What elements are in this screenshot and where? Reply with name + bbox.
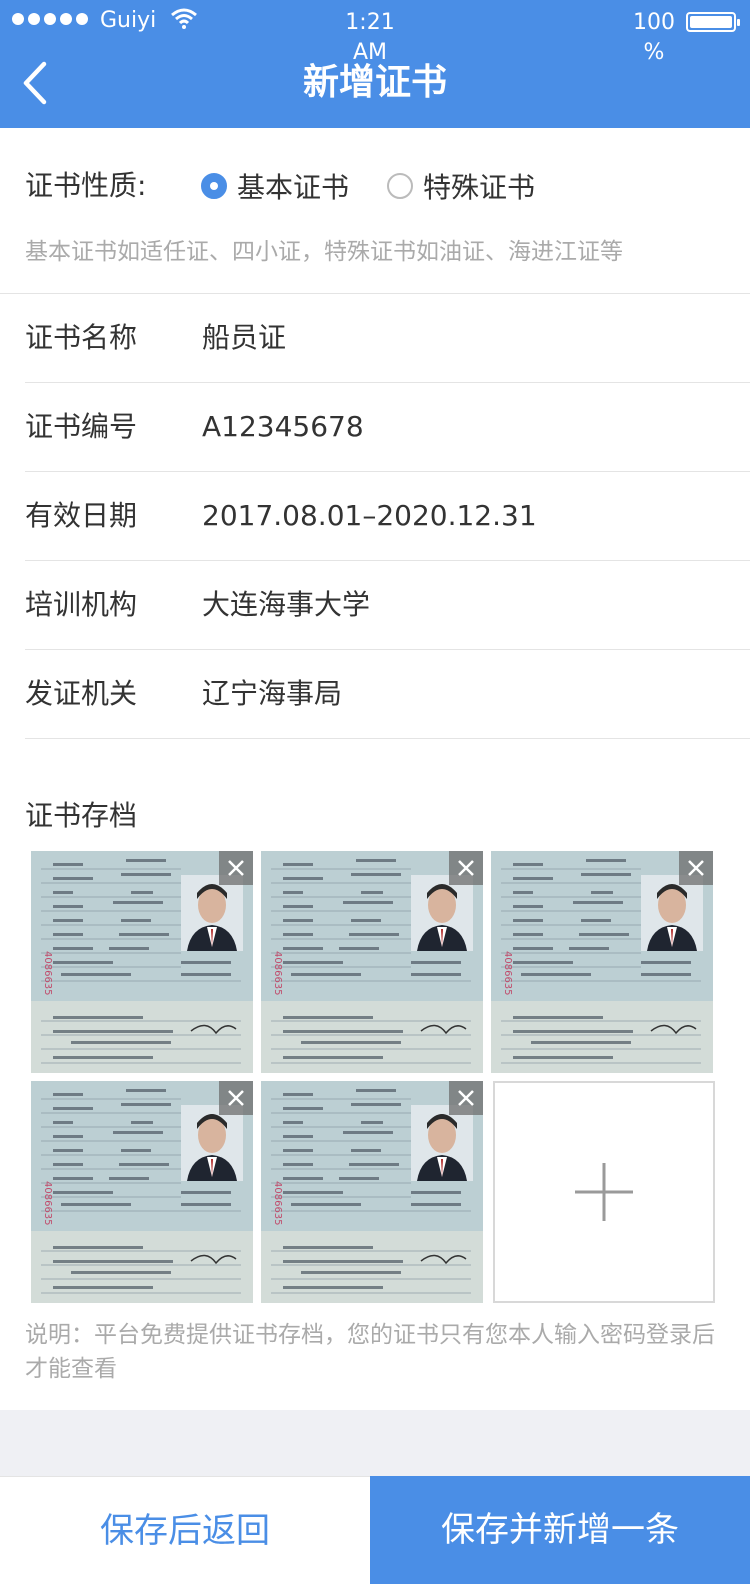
form-row-certificate-name[interactable]: 证书名称 船员证 <box>25 294 750 383</box>
certificate-photo[interactable] <box>31 1081 253 1303</box>
plus-icon <box>575 1163 633 1221</box>
battery-icon <box>686 12 740 32</box>
form-row-training-institution[interactable]: 培训机构 大连海事大学 <box>25 561 750 650</box>
certificate-photo[interactable] <box>261 1081 483 1303</box>
radio-basic-certificate[interactable]: 基本证书 <box>201 166 349 206</box>
certificate-photo[interactable] <box>261 851 483 1073</box>
close-icon[interactable] <box>679 851 713 885</box>
save-and-return-button[interactable]: 保存后返回 <box>0 1476 370 1584</box>
footer-actions: 保存后返回 保存并新增一条 <box>0 1476 750 1584</box>
form-row-certificate-number[interactable]: 证书编号 A12345678 <box>25 383 750 472</box>
clock: 1:21 AM <box>345 10 395 65</box>
battery-percent: 100 % <box>633 10 675 65</box>
radio-basic-label: 基本证书 <box>237 171 350 204</box>
close-icon[interactable] <box>449 1081 483 1115</box>
radio-unchecked-icon <box>387 173 413 199</box>
certificate-photo[interactable] <box>31 851 253 1073</box>
valid-date-field[interactable]: 2017.08.01–2020.12.31 <box>202 496 537 536</box>
archive-note: 说明：平台免费提供证书存档，您的证书只有您本人输入密码登录后才能查看 <box>25 1322 715 1382</box>
close-icon[interactable] <box>219 1081 253 1115</box>
issuing-authority-field[interactable]: 辽宁海事局 <box>202 674 342 714</box>
field-label: 发证机关 <box>25 677 138 710</box>
radio-special-certificate[interactable]: 特殊证书 <box>387 166 535 206</box>
certificate-nature-row: 证书性质: 基本证书 特殊证书 <box>25 166 725 206</box>
certificate-nature-label: 证书性质: <box>25 169 147 202</box>
close-icon[interactable] <box>449 851 483 885</box>
field-label: 证书名称 <box>25 321 138 354</box>
page-title: 新增证书 <box>302 62 447 103</box>
radio-checked-icon <box>201 173 227 199</box>
certificate-nature-hint: 基本证书如适任证、四小证，特殊证书如油证、海进江证等 <box>25 239 623 265</box>
status-bar: Guiyi 1:21 AM 100 % <box>0 0 750 65</box>
save-and-add-new-button[interactable]: 保存并新增一条 <box>370 1476 750 1584</box>
form-row-valid-date[interactable]: 有效日期 2017.08.01–2020.12.31 <box>25 472 750 561</box>
training-institution-field[interactable]: 大连海事大学 <box>202 585 370 625</box>
close-icon[interactable] <box>219 851 253 885</box>
field-label: 有效日期 <box>25 499 138 532</box>
carrier-name: Guiyi <box>100 8 157 33</box>
nav-header: Guiyi 1:21 AM 100 % 新增证书 <box>0 0 750 128</box>
certificate-number-field[interactable]: A12345678 <box>202 407 364 447</box>
spacer-band <box>0 1410 750 1476</box>
certificate-photo[interactable] <box>491 851 713 1073</box>
radio-special-label: 特殊证书 <box>423 171 536 204</box>
signal-strength-icon <box>12 13 88 25</box>
field-label: 培训机构 <box>25 588 138 621</box>
archive-title: 证书存档 <box>25 799 138 832</box>
wifi-icon <box>171 8 197 29</box>
certificate-name-field[interactable]: 船员证 <box>202 318 286 358</box>
field-label: 证书编号 <box>25 410 138 443</box>
add-photo-button[interactable] <box>493 1081 715 1303</box>
form-row-issuing-authority[interactable]: 发证机关 辽宁海事局 <box>25 650 750 739</box>
